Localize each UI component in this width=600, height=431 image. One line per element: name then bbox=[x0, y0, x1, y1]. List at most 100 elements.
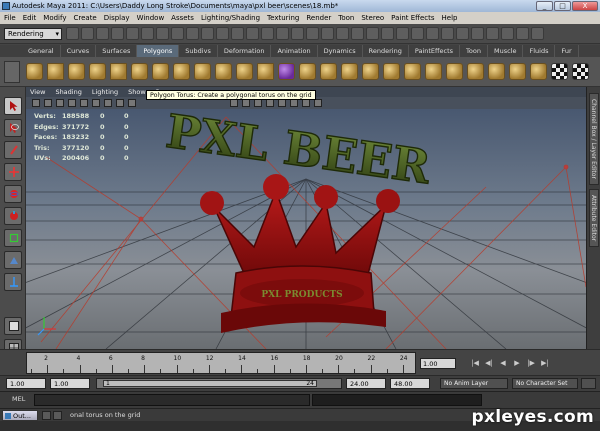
smooth-shade-icon[interactable] bbox=[242, 99, 250, 107]
tab-fluids[interactable]: Fluids bbox=[523, 45, 556, 57]
menu-assets[interactable]: Assets bbox=[171, 12, 194, 24]
panel-menu-view[interactable]: View bbox=[30, 87, 45, 97]
menu-texturing[interactable]: Texturing bbox=[267, 12, 299, 24]
input-ops-icon[interactable] bbox=[381, 27, 394, 40]
attribute-editor-toggle-icon[interactable] bbox=[516, 27, 529, 40]
panel-menu-show[interactable]: Show bbox=[128, 87, 146, 97]
select-component-icon[interactable] bbox=[141, 27, 154, 40]
poly-soccerball-icon[interactable] bbox=[215, 63, 232, 80]
poly-cylinder-icon[interactable] bbox=[68, 63, 85, 80]
select-camera-icon[interactable] bbox=[32, 99, 40, 107]
combine-icon[interactable] bbox=[257, 63, 274, 80]
script-editor-icon[interactable] bbox=[42, 411, 51, 420]
field-chart-icon[interactable] bbox=[128, 99, 136, 107]
tab-surfaces[interactable]: Surfaces bbox=[96, 45, 138, 57]
play-forwards-button[interactable]: ▶ bbox=[512, 359, 522, 367]
wireframe-icon[interactable] bbox=[230, 99, 238, 107]
maximize-button[interactable]: □ bbox=[554, 1, 571, 11]
menu-paint-effects[interactable]: Paint Effects bbox=[391, 12, 434, 24]
poly-cone-icon[interactable] bbox=[89, 63, 106, 80]
open-scene-icon[interactable] bbox=[81, 27, 94, 40]
render-view-icon[interactable] bbox=[426, 27, 439, 40]
crown-model[interactable]: PXL PRODUCTS bbox=[200, 174, 400, 333]
save-scene-icon[interactable] bbox=[96, 27, 109, 40]
tab-subdivs[interactable]: Subdivs bbox=[179, 45, 218, 57]
go-to-end-button[interactable]: ▶| bbox=[540, 359, 550, 367]
menu-modify[interactable]: Modify bbox=[43, 12, 66, 24]
gate-mask-icon[interactable] bbox=[116, 99, 124, 107]
construction-history-icon[interactable] bbox=[411, 27, 424, 40]
render-frame-icon[interactable] bbox=[441, 27, 454, 40]
hypershade-icon[interactable] bbox=[486, 27, 499, 40]
extract-icon[interactable] bbox=[299, 63, 316, 80]
command-input[interactable] bbox=[34, 394, 310, 406]
render-settings-icon[interactable] bbox=[471, 27, 484, 40]
camera-attributes-icon[interactable] bbox=[44, 99, 52, 107]
poly-helix-icon[interactable] bbox=[194, 63, 211, 80]
mask-deformers-icon[interactable] bbox=[216, 27, 229, 40]
time-slider-bar[interactable]: 2 4 6 8 10 12 14 16 18 20 22 24 bbox=[26, 352, 416, 374]
playback-start-field[interactable]: 1.00 bbox=[50, 378, 90, 389]
uv-texture-editor-icon[interactable] bbox=[572, 63, 589, 80]
tab-rendering[interactable]: Rendering bbox=[363, 45, 409, 57]
start-time-field[interactable]: 1.00 bbox=[6, 378, 46, 389]
move-tool[interactable] bbox=[4, 163, 22, 181]
range-slider-handle[interactable]: 1 24 bbox=[103, 380, 317, 387]
play-backwards-button[interactable]: ◀ bbox=[498, 359, 508, 367]
use-all-lights-icon[interactable] bbox=[278, 99, 286, 107]
snap-plane-icon[interactable] bbox=[351, 27, 364, 40]
mask-handles-icon[interactable] bbox=[156, 27, 169, 40]
menu-stereo[interactable]: Stereo bbox=[361, 12, 384, 24]
panel-menu-lighting[interactable]: Lighting bbox=[92, 87, 118, 97]
append-polygon-icon[interactable] bbox=[467, 63, 484, 80]
bookmarks-icon[interactable] bbox=[56, 99, 64, 107]
show-manipulator-tool[interactable] bbox=[4, 273, 22, 291]
wireframe-on-shaded-icon[interactable] bbox=[254, 99, 262, 107]
anim-layer-selector[interactable]: No Anim Layer bbox=[440, 378, 508, 389]
lasso-tool[interactable] bbox=[4, 119, 22, 137]
planar-mapping-icon[interactable] bbox=[551, 63, 568, 80]
menu-file[interactable]: File bbox=[4, 12, 16, 24]
mask-joints-icon[interactable] bbox=[171, 27, 184, 40]
current-frame-field[interactable]: 1.00 bbox=[420, 358, 456, 369]
character-set-selector[interactable]: No Character Set bbox=[512, 378, 578, 389]
close-button[interactable]: X bbox=[572, 1, 598, 11]
split-polygon-icon[interactable] bbox=[488, 63, 505, 80]
tab-dynamics[interactable]: Dynamics bbox=[318, 45, 363, 57]
x-ray-icon[interactable] bbox=[314, 99, 322, 107]
tab-polygons[interactable]: Polygons bbox=[137, 45, 180, 57]
poly-pipe-icon[interactable] bbox=[173, 63, 190, 80]
soft-modification-tool[interactable] bbox=[4, 251, 22, 269]
snap-grid-icon[interactable] bbox=[306, 27, 319, 40]
select-object-icon[interactable] bbox=[126, 27, 139, 40]
channel-box-toggle-icon[interactable] bbox=[501, 27, 514, 40]
ipr-render-icon[interactable] bbox=[456, 27, 469, 40]
tab-painteffects[interactable]: PaintEffects bbox=[409, 45, 461, 57]
poly-plane-icon[interactable] bbox=[110, 63, 127, 80]
poly-prism-icon[interactable] bbox=[152, 63, 169, 80]
bridge-icon[interactable] bbox=[446, 63, 463, 80]
tab-muscle[interactable]: Muscle bbox=[488, 45, 524, 57]
universal-manipulator-tool[interactable] bbox=[4, 229, 22, 247]
scale-tool[interactable] bbox=[4, 207, 22, 225]
isolate-select-icon[interactable] bbox=[302, 99, 310, 107]
bool-union-icon[interactable] bbox=[341, 63, 358, 80]
attribute-editor-tab[interactable]: Attribute Editor bbox=[589, 189, 599, 247]
minimize-button[interactable]: _ bbox=[536, 1, 553, 11]
mask-surfaces-icon[interactable] bbox=[201, 27, 214, 40]
panel-menu-shading[interactable]: Shading bbox=[55, 87, 81, 97]
bool-intersection-icon[interactable] bbox=[383, 63, 400, 80]
snap-curve-icon[interactable] bbox=[321, 27, 334, 40]
rotate-tool[interactable] bbox=[4, 185, 22, 203]
paint-select-tool[interactable] bbox=[4, 141, 22, 159]
highlight-selection-icon[interactable] bbox=[291, 27, 304, 40]
insert-edge-loop-icon[interactable] bbox=[509, 63, 526, 80]
poly-platonic-icon[interactable] bbox=[236, 63, 253, 80]
smooth-icon[interactable] bbox=[320, 63, 337, 80]
tab-animation[interactable]: Animation bbox=[271, 45, 318, 57]
image-plane-icon[interactable] bbox=[68, 99, 76, 107]
bool-difference-icon[interactable] bbox=[362, 63, 379, 80]
go-to-start-button[interactable]: |◀ bbox=[470, 359, 480, 367]
textured-icon[interactable] bbox=[266, 99, 274, 107]
poly-sphere-icon[interactable] bbox=[26, 63, 43, 80]
